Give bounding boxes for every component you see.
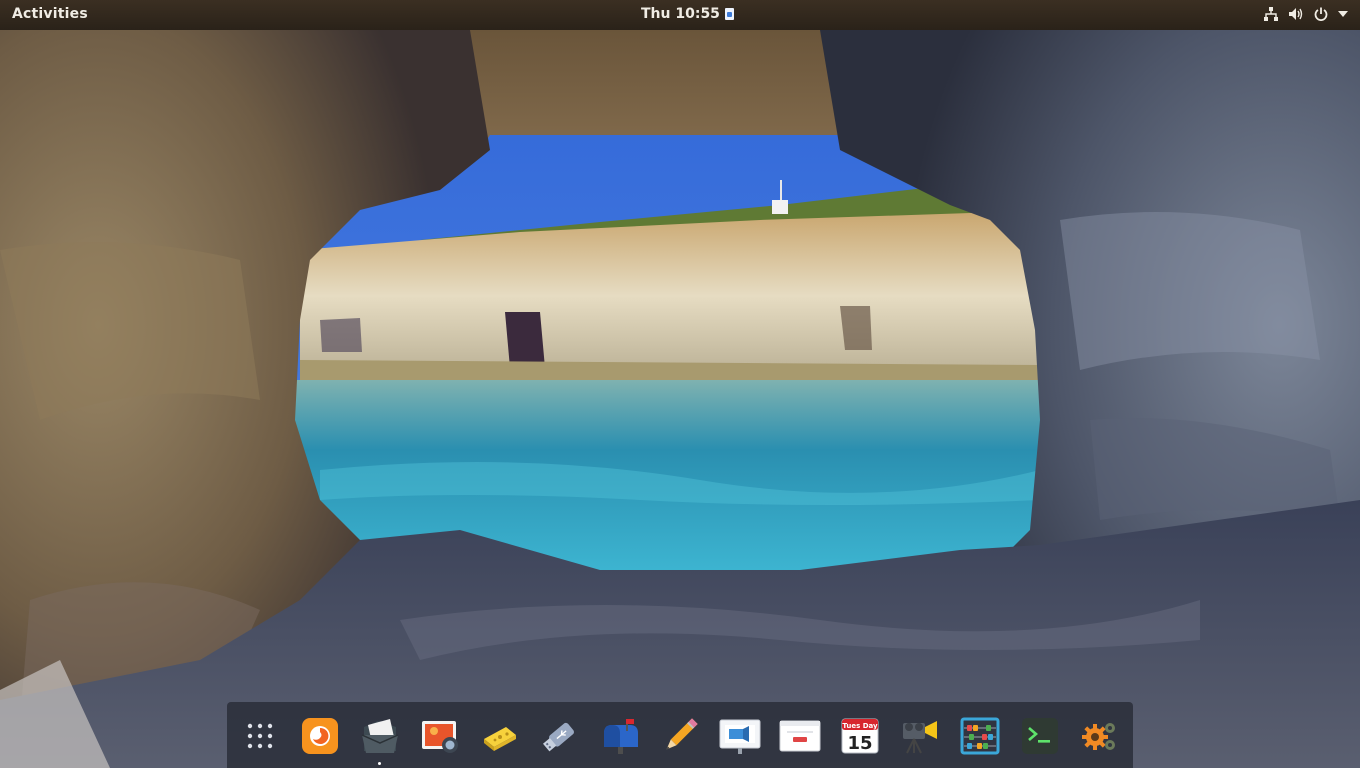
terminal-icon [1022, 718, 1058, 754]
clock-button[interactable]: Thu 10:55 [641, 6, 734, 22]
dock-abacus[interactable] [959, 715, 1001, 757]
grid-dots-icon [247, 723, 273, 749]
gears-icon [1082, 723, 1115, 750]
chevron-down-icon [1338, 11, 1348, 17]
calendar-icon: Tues Day 15 [841, 718, 879, 754]
notification-document-icon [724, 8, 734, 20]
dock-window[interactable] [779, 715, 821, 757]
top-panel: Activities Thu 10:55 [0, 0, 1360, 30]
dock-usb-creator[interactable] [539, 715, 581, 757]
dock-files[interactable] [359, 715, 401, 757]
abacus-icon [960, 717, 1000, 755]
desktop-wallpaper [0, 0, 1360, 768]
dock-text-editor[interactable] [659, 715, 701, 757]
pencil-icon [666, 718, 698, 750]
dock-presentation[interactable] [719, 715, 761, 757]
activities-button[interactable]: Activities [12, 6, 88, 22]
usb-drive-icon [542, 722, 574, 752]
cheese-icon [484, 727, 516, 751]
show-applications-button[interactable] [239, 715, 281, 757]
firefox-icon [302, 718, 338, 754]
dock: Tues Day 15 [227, 702, 1133, 768]
dock-terminal[interactable] [1019, 715, 1061, 757]
photo-icon [422, 721, 458, 753]
system-menu-button[interactable] [1264, 7, 1348, 21]
clock-text: Thu 10:55 [641, 6, 720, 22]
dock-firefox[interactable] [299, 715, 341, 757]
camera-icon [903, 721, 937, 754]
calendar-date: 15 [847, 733, 872, 754]
volume-icon [1289, 8, 1303, 20]
network-wired-icon [1264, 7, 1278, 21]
dock-cheese[interactable] [479, 715, 521, 757]
running-indicator [378, 762, 381, 765]
dock-calendar[interactable]: Tues Day 15 [839, 715, 881, 757]
mailbox-icon [604, 719, 638, 754]
power-icon [1314, 7, 1328, 21]
dock-mailbox[interactable] [599, 715, 641, 757]
presentation-icon [719, 719, 761, 754]
dock-settings[interactable] [1079, 715, 1121, 757]
dock-image-viewer[interactable] [419, 715, 461, 757]
calendar-day-label: Tues Day [842, 722, 878, 730]
mail-folder-icon [361, 719, 399, 753]
window-icon [779, 720, 821, 752]
dock-video-recorder[interactable] [899, 715, 941, 757]
